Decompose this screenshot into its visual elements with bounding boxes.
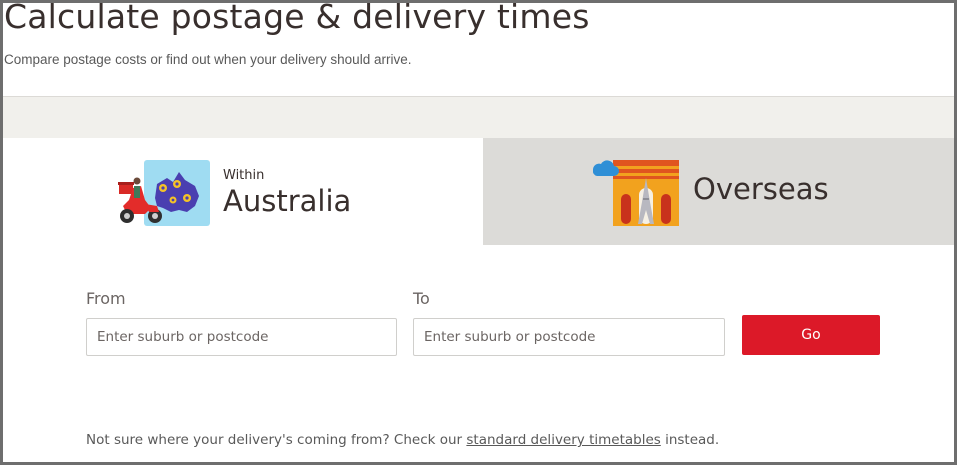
- note-text-before: Not sure where your delivery's coming fr…: [86, 432, 467, 448]
- note-text-after: instead.: [660, 432, 720, 448]
- arc-eiffel-icon: [592, 158, 681, 228]
- to-label: To: [413, 289, 430, 308]
- delivery-note: Not sure where your delivery's coming fr…: [86, 432, 719, 448]
- tab-band: [3, 96, 954, 139]
- from-label: From: [86, 289, 126, 308]
- tab-within-prefix: Within: [223, 168, 265, 183]
- tab-within-label: Australia: [223, 184, 352, 218]
- tab-overseas[interactable]: Overseas: [483, 138, 954, 245]
- from-input[interactable]: [86, 318, 397, 356]
- page-subtitle: Compare postage costs or find out when y…: [4, 52, 412, 67]
- scooter-map-icon: [115, 160, 211, 228]
- page-title: Calculate postage & delivery times: [4, 0, 590, 36]
- page-header: Calculate postage & delivery times Compa…: [3, 0, 954, 96]
- go-button[interactable]: Go: [742, 315, 880, 355]
- to-input[interactable]: [413, 318, 725, 356]
- timetables-link[interactable]: standard delivery timetables: [466, 432, 660, 448]
- tab-overseas-label: Overseas: [693, 172, 829, 206]
- tab-within-australia[interactable]: Within Australia: [3, 138, 483, 245]
